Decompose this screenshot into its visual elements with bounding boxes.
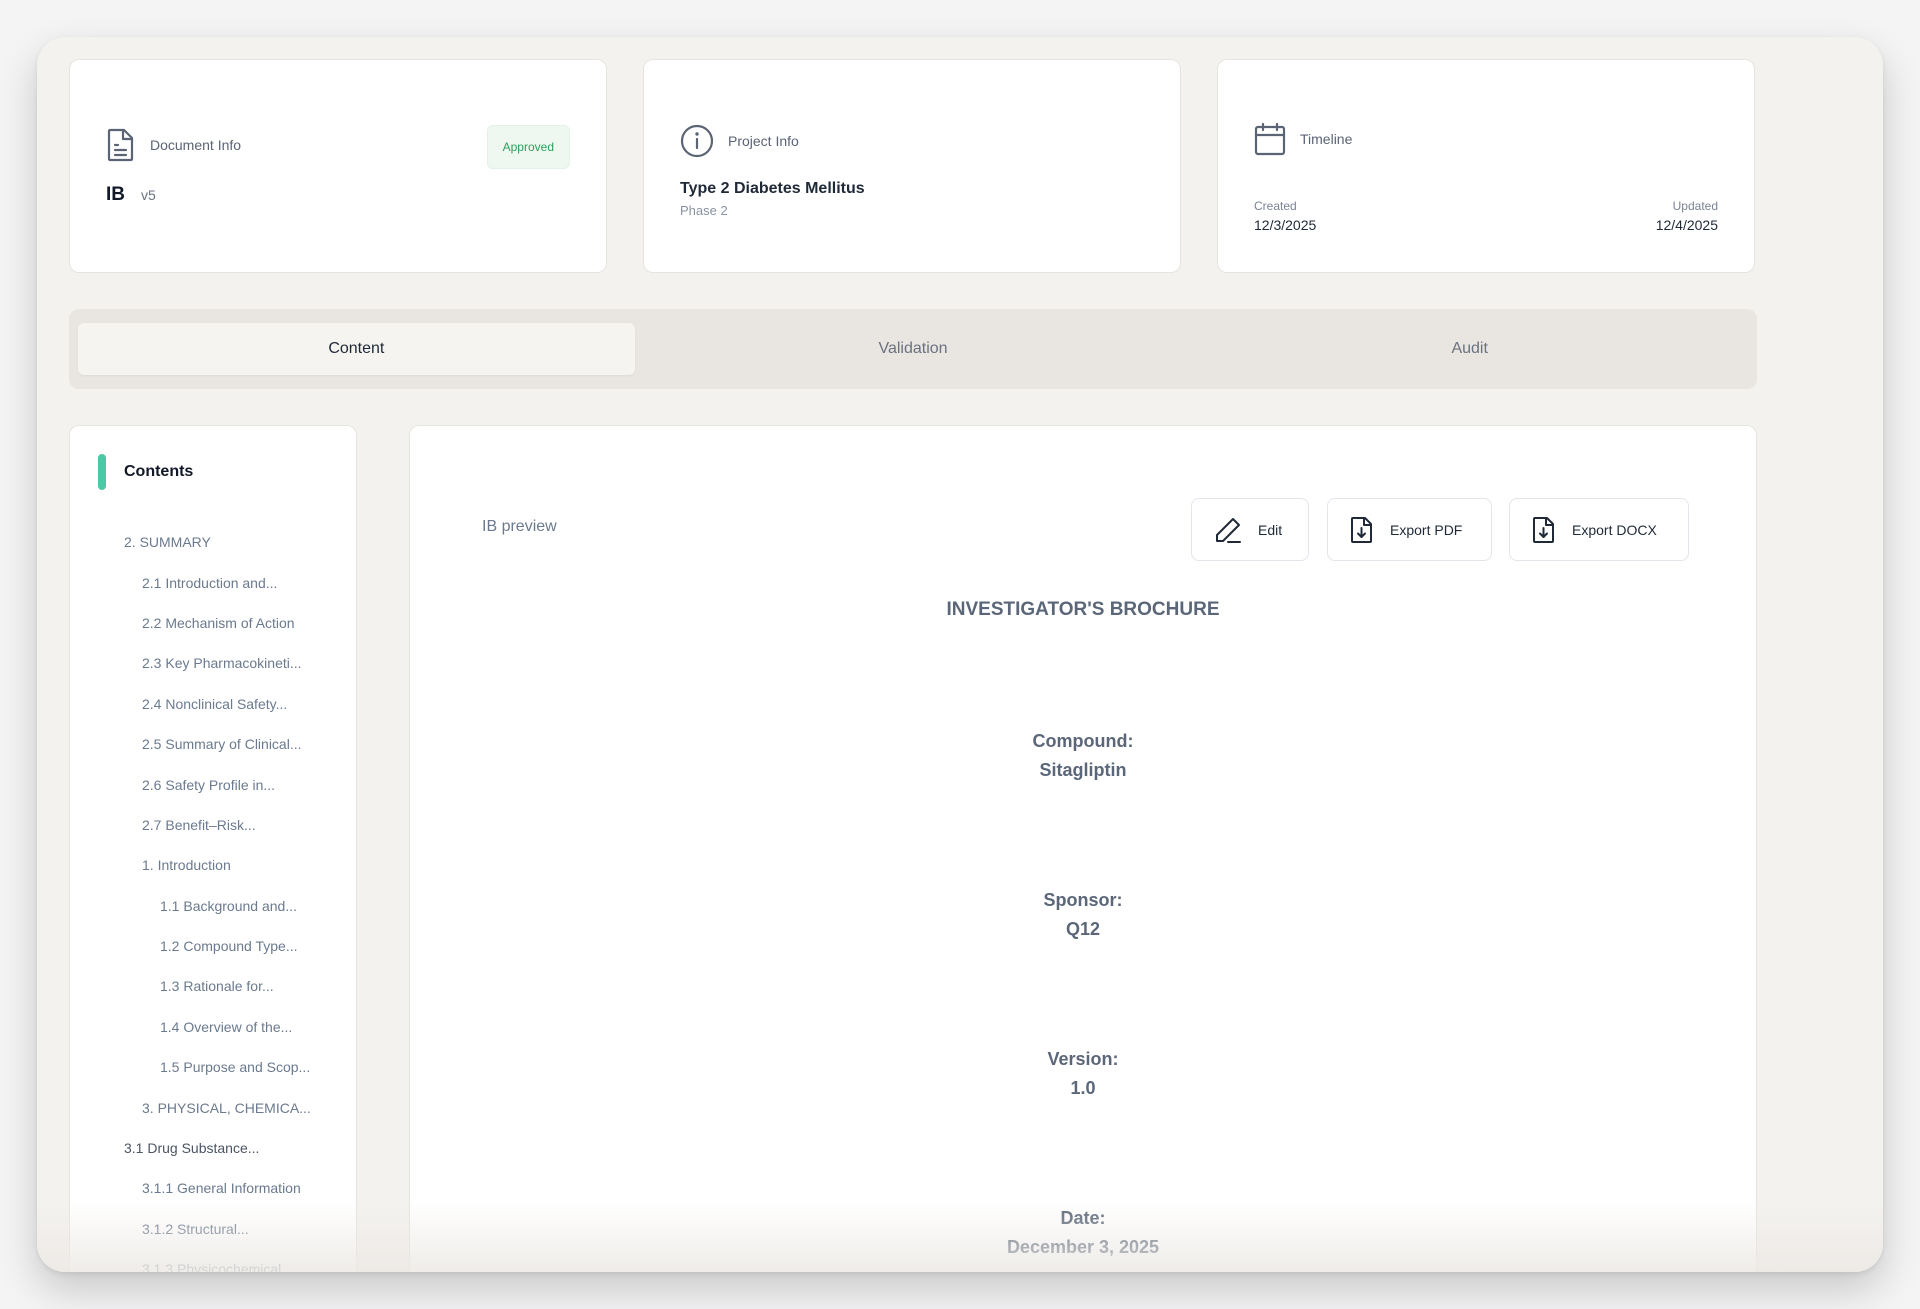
- toc-item[interactable]: 3.1.1 General Information: [70, 1168, 356, 1208]
- toc-item[interactable]: 2.7 Benefit–Risk...: [70, 805, 356, 845]
- preview-label: IB preview: [482, 518, 557, 535]
- project-info-label: Project Info: [728, 133, 799, 149]
- toc-item[interactable]: 3.1.3 Physicochemical...: [70, 1249, 356, 1272]
- export-pdf-label: Export PDF: [1390, 521, 1463, 538]
- toc-list: 2. SUMMARY 2.1 Introduction and... 2.2 Mec…: [70, 522, 356, 1272]
- project-title: Type 2 Diabetes Mellitus: [680, 180, 865, 197]
- document-info-label: Document Info: [150, 137, 242, 153]
- export-docx-button[interactable]: Export DOCX: [1509, 498, 1689, 561]
- timeline-label: Timeline: [1300, 131, 1353, 147]
- toc-accent-bar: [98, 454, 106, 490]
- toc-item[interactable]: 2.3 Key Pharmacokineti...: [70, 643, 356, 683]
- tab-audit[interactable]: Audit: [1191, 323, 1748, 375]
- project-info-card: Project Info Type 2 Diabetes Mellitus Ph…: [643, 59, 1181, 273]
- version-field: Version: 1.0: [410, 1045, 1756, 1103]
- edit-button[interactable]: Edit: [1191, 498, 1309, 561]
- pencil-icon: [1214, 516, 1242, 544]
- field-key: Compound:: [1032, 731, 1134, 751]
- app-window: Document Info Approved IB v5 Project Inf…: [37, 37, 1883, 1272]
- document-type-row: IB v5: [106, 184, 156, 206]
- document-icon: [106, 128, 136, 162]
- toc-item[interactable]: 2.2 Mechanism of Action: [70, 603, 356, 643]
- tab-validation[interactable]: Validation: [635, 323, 1192, 375]
- timeline-header: Timeline: [1254, 122, 1352, 156]
- document-type: IB: [106, 184, 125, 205]
- field-key: Version:: [1047, 1049, 1119, 1069]
- toc-item[interactable]: 2.4 Nonclinical Safety...: [70, 684, 356, 724]
- toc-item[interactable]: 1.4 Overview of the...: [70, 1007, 356, 1047]
- field-value: December 3, 2025: [1006, 1237, 1160, 1257]
- file-download-icon: [1350, 516, 1374, 544]
- toc-item[interactable]: 2.5 Summary of Clinical...: [70, 724, 356, 764]
- field-value: Q12: [1065, 919, 1101, 939]
- file-download-icon: [1532, 516, 1556, 544]
- created-label: Created: [1254, 199, 1297, 213]
- toc-item[interactable]: 2.1 Introduction and...: [70, 562, 356, 602]
- project-phase: Phase 2: [680, 203, 728, 218]
- timeline-card: Timeline Created 12/3/2025 Updated 12/4/…: [1217, 59, 1755, 273]
- updated-date: 12/4/2025: [1655, 217, 1718, 233]
- sponsor-field: Sponsor: Q12: [410, 886, 1756, 944]
- updated-block: Updated 12/4/2025: [1656, 199, 1718, 233]
- document-preview: IB preview Edit Export PDF Export DOCX I…: [409, 425, 1757, 1272]
- toc-item[interactable]: 3.1 Drug Substance...: [70, 1128, 356, 1168]
- updated-label: Updated: [1672, 199, 1718, 213]
- toc-item[interactable]: 1.2 Compound Type...: [70, 926, 356, 966]
- tab-content[interactable]: Content: [78, 323, 635, 375]
- field-value: 1.0: [1070, 1078, 1096, 1098]
- tab-bar: Content Validation Audit: [69, 309, 1757, 389]
- toc-title: Contents: [124, 463, 194, 480]
- field-key: Sponsor:: [1043, 890, 1123, 910]
- created-date: 12/3/2025: [1254, 217, 1317, 233]
- document-title: INVESTIGATOR'S BROCHURE: [946, 599, 1220, 620]
- toc-item[interactable]: 3.1.2 Structural...: [70, 1209, 356, 1249]
- calendar-icon: [1254, 122, 1286, 156]
- export-docx-label: Export DOCX: [1572, 521, 1657, 538]
- status-badge: Approved: [486, 125, 570, 169]
- field-key: Date:: [1060, 1208, 1106, 1228]
- date-field: Date: December 3, 2025: [410, 1204, 1756, 1262]
- toc-item[interactable]: 1.5 Purpose and Scop...: [70, 1047, 356, 1087]
- toc-item[interactable]: 1.3 Rationale for...: [70, 966, 356, 1006]
- compound-field: Compound: Sitagliptin: [410, 727, 1756, 785]
- table-of-contents: Contents 2. SUMMARY 2.1 Introduction and.…: [69, 425, 357, 1272]
- toc-item[interactable]: 1.1 Background and...: [70, 886, 356, 926]
- export-pdf-button[interactable]: Export PDF: [1327, 498, 1492, 561]
- document-info-card: Document Info Approved IB v5: [69, 59, 607, 273]
- document-info-header: Document Info: [106, 128, 241, 162]
- toc-item[interactable]: 1. Introduction: [70, 845, 356, 885]
- info-icon: [680, 124, 714, 158]
- toc-item[interactable]: 3. PHYSICAL, CHEMICA...: [70, 1087, 356, 1127]
- toc-item[interactable]: 2.6 Safety Profile in...: [70, 764, 356, 804]
- document-version: v5: [141, 187, 156, 203]
- field-value: Sitagliptin: [1039, 760, 1127, 780]
- created-block: Created 12/3/2025: [1254, 199, 1316, 233]
- toc-item[interactable]: 2. SUMMARY: [70, 522, 356, 562]
- toc-header: Contents: [98, 454, 193, 490]
- project-info-header: Project Info: [680, 124, 799, 158]
- edit-label: Edit: [1258, 521, 1283, 538]
